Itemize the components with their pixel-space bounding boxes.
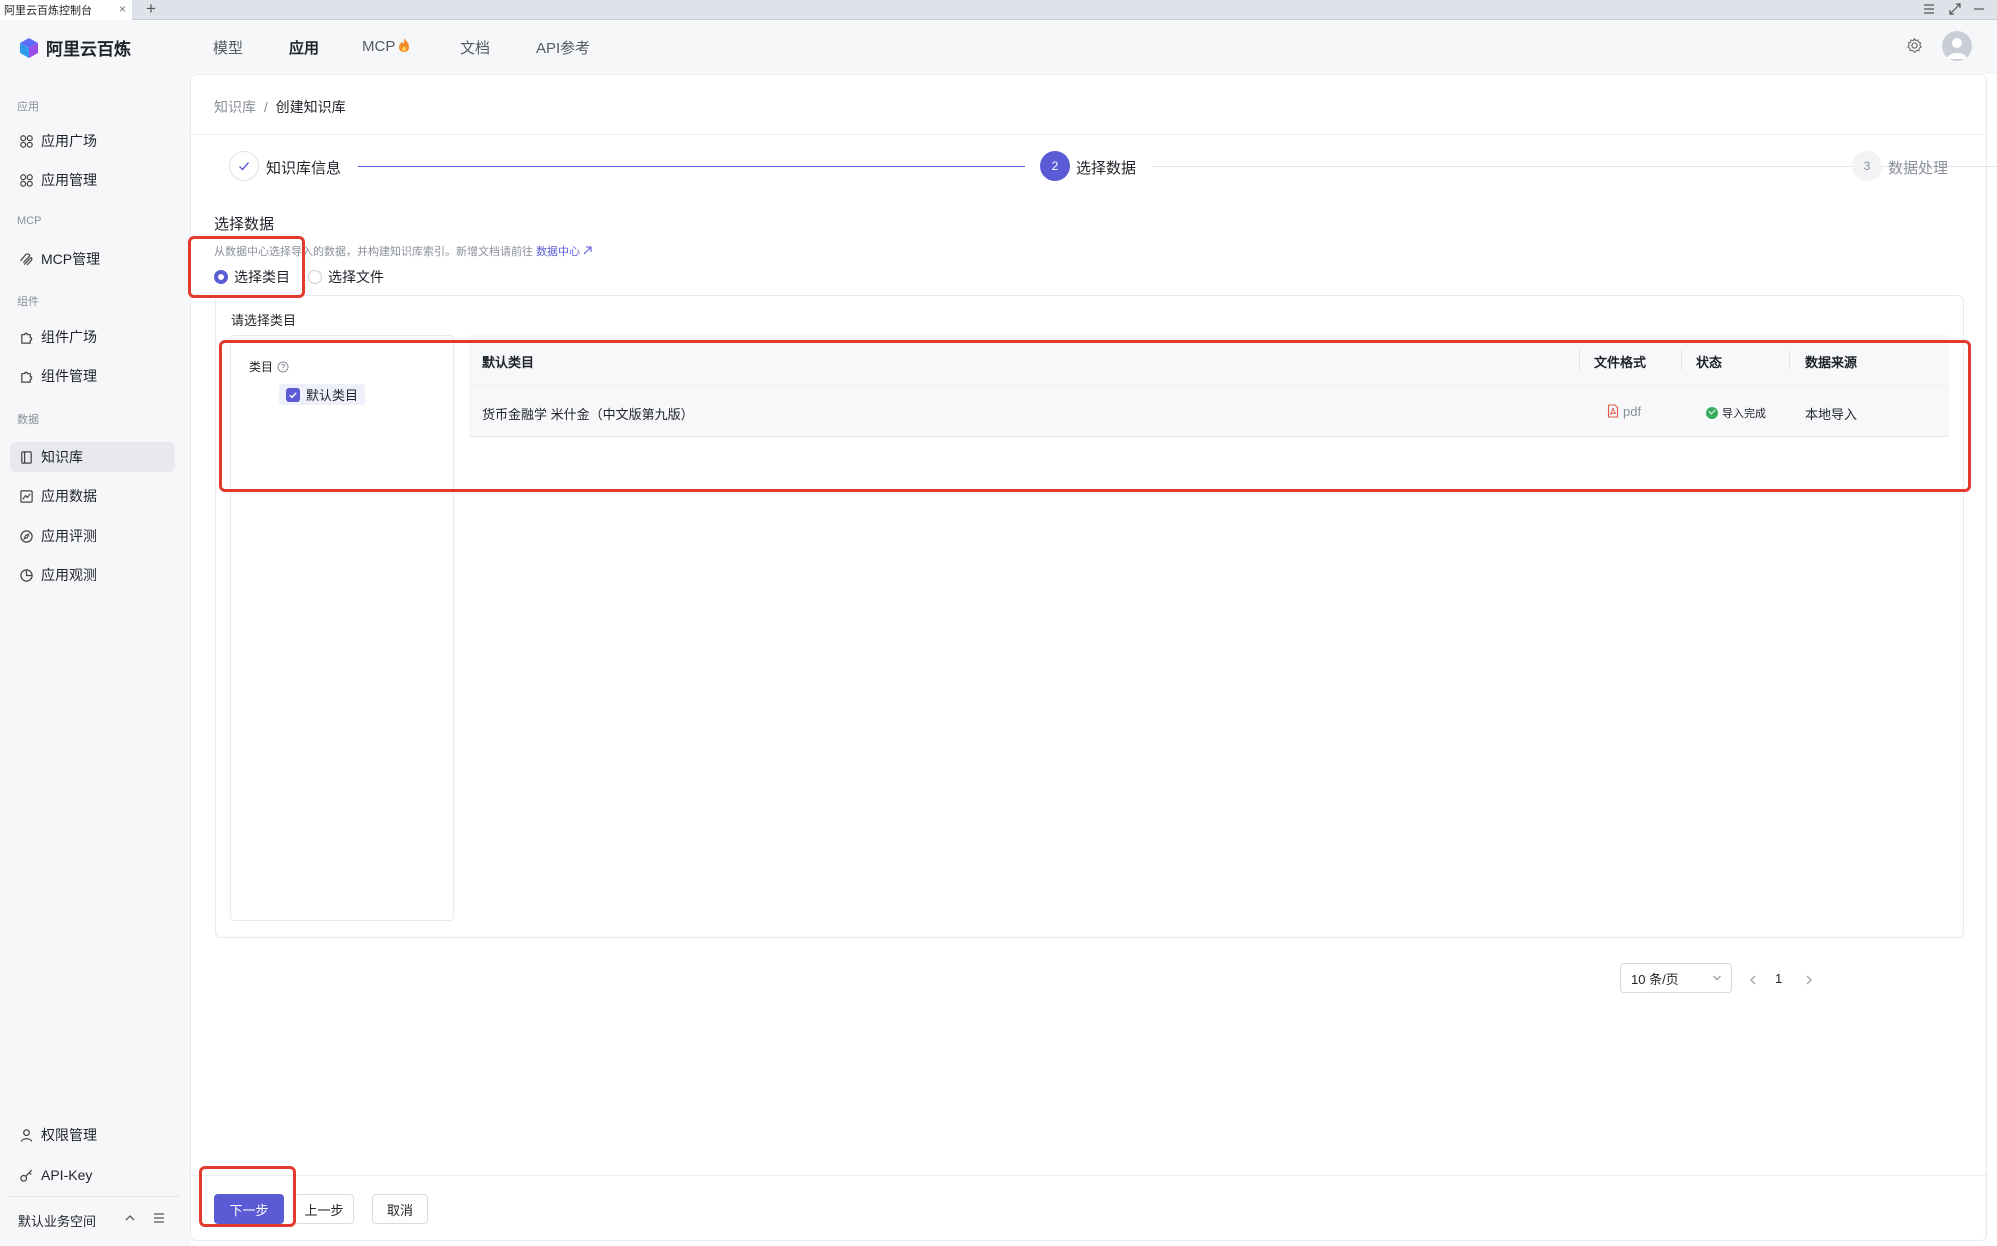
settings-gear-icon[interactable] (1906, 37, 1923, 54)
logo-icon (20, 37, 38, 58)
radio-file[interactable] (308, 270, 322, 284)
sidebar-item-app-manage[interactable]: 应用管理 (10, 165, 175, 195)
workspace-switcher[interactable]: 默认业务空间 (10, 1196, 180, 1232)
sidebar-group-mcp: MCP (17, 215, 42, 227)
sidebar-item-label: MCP管理 (41, 251, 101, 267)
browser-tab-strip: 阿里云百炼控制台 × + (0, 0, 1997, 20)
sidebar-item-label: API-Key (41, 1167, 93, 1183)
user-icon (20, 1128, 33, 1142)
user-avatar[interactable] (1942, 31, 1972, 61)
nav-apps[interactable]: 应用 (289, 37, 319, 58)
avatar-icon (1947, 38, 1967, 59)
nav-models[interactable]: 模型 (213, 37, 243, 58)
sidebar-group-component: 组件 (17, 296, 39, 308)
data-center-link-label: 数据中心 (536, 246, 581, 258)
nav-docs[interactable]: 文档 (460, 37, 490, 58)
current-page[interactable]: 1 (1775, 971, 1782, 986)
workspace-name: 默认业务空间 (18, 1214, 97, 1229)
logo-text: 阿里云百炼 (46, 40, 131, 59)
step-connector-1 (358, 166, 1025, 167)
breadcrumb-separator: / (263, 99, 268, 115)
browser-tab[interactable]: 阿里云百炼控制台 × (0, 0, 132, 20)
breadcrumb: 知识库 / 创建知识库 (214, 97, 346, 117)
radio-option-file[interactable]: 选择文件 (308, 267, 384, 287)
sidebar-item-label: 应用管理 (41, 172, 97, 188)
nav-mcp-label: MCP (362, 38, 396, 55)
sidebar-item-label: 应用数据 (41, 488, 97, 504)
sidebar: 应用 应用广场 应用管理 MCP MCP管理 组件 组件广场 组件管理 数据 知… (0, 74, 190, 1246)
sidebar-item-app-plaza[interactable]: 应用广场 (10, 126, 175, 156)
sidebar-item-app-data[interactable]: 应用数据 (10, 481, 175, 511)
sidebar-item-permission[interactable]: 权限管理 (10, 1120, 175, 1150)
action-footer: 下一步 上一步 取消 (191, 1175, 1988, 1242)
sidebar-item-app-eval[interactable]: 应用评测 (10, 521, 175, 551)
mcp-link-icon (20, 252, 33, 265)
sidebar-item-mcp-manage[interactable]: MCP管理 (10, 244, 175, 274)
nav-mcp[interactable]: MCP (362, 37, 410, 55)
key-icon (20, 1169, 33, 1182)
pie-chart-icon (20, 568, 33, 582)
sidebar-item-component-manage[interactable]: 组件管理 (10, 361, 175, 391)
panel-title: 请选择类目 (231, 313, 297, 328)
list-menu-icon[interactable] (153, 1212, 165, 1224)
sidebar-item-label: 应用广场 (41, 133, 97, 149)
menu-icon[interactable] (1923, 3, 1935, 15)
top-navigation: 阿里云百炼 模型 应用 MCP 文档 API参考 (0, 20, 1997, 74)
prev-step-button[interactable]: 上一步 (294, 1194, 354, 1224)
nav-api-reference[interactable]: API参考 (536, 37, 590, 58)
highlight-box-next-button (199, 1166, 296, 1227)
page-size-value: 10 条/页 (1631, 971, 1679, 987)
sidebar-group-app: 应用 (17, 101, 39, 113)
chevron-down-icon (1713, 975, 1721, 981)
browser-tab-title: 阿里云百炼控制台 (4, 5, 92, 17)
app-grid-icon (20, 134, 33, 148)
chevron-up-icon[interactable] (124, 1213, 136, 1223)
step-1-label: 知识库信息 (266, 160, 342, 177)
sidebar-item-app-observe[interactable]: 应用观测 (10, 560, 175, 590)
book-icon (21, 450, 32, 464)
app-grid-icon (20, 173, 33, 187)
highlight-box-table (219, 340, 1971, 492)
step-2-current: 2 (1040, 151, 1070, 181)
section-title: 选择数据 (214, 216, 275, 233)
sidebar-item-component-plaza[interactable]: 组件广场 (10, 322, 175, 352)
radio-file-label: 选择文件 (328, 269, 384, 285)
flame-icon (399, 38, 410, 52)
highlight-box-radio (188, 236, 305, 298)
external-link-icon (583, 246, 592, 255)
step-2-label: 选择数据 (1076, 160, 1137, 177)
step-3-label: 数据处理 (1888, 160, 1949, 177)
sidebar-item-label: 应用观测 (41, 567, 97, 583)
minimize-icon[interactable] (1973, 3, 1985, 15)
sidebar-item-label: 应用评测 (41, 528, 97, 544)
step-3-pending: 3 (1852, 151, 1882, 181)
puzzle-icon (21, 332, 33, 344)
sidebar-item-label: 组件广场 (41, 329, 97, 345)
prev-page-icon[interactable] (1748, 974, 1758, 986)
sidebar-item-label: 权限管理 (41, 1127, 97, 1143)
puzzle-icon (21, 371, 33, 383)
page-size-select[interactable]: 10 条/页 (1620, 963, 1732, 993)
breadcrumb-parent[interactable]: 知识库 (214, 99, 256, 115)
sidebar-item-label: 组件管理 (41, 368, 97, 384)
sidebar-item-knowledge-base[interactable]: 知识库 (10, 442, 175, 472)
step-1-done (229, 151, 259, 181)
sidebar-group-data: 数据 (17, 414, 39, 426)
next-page-icon[interactable] (1804, 974, 1814, 986)
sidebar-item-api-key[interactable]: API-Key (10, 1160, 175, 1190)
sidebar-item-label: 知识库 (41, 449, 83, 465)
tab-close-icon[interactable]: × (119, 2, 126, 16)
new-tab-icon[interactable]: + (146, 0, 156, 19)
line-chart-icon (20, 489, 33, 503)
cancel-button[interactable]: 取消 (372, 1194, 428, 1224)
header-divider (191, 134, 1988, 135)
main-content: 知识库 / 创建知识库 知识库信息 2 选择数据 3 数据处理 选择数据 从数据… (190, 74, 1997, 1242)
check-icon (239, 162, 250, 171)
expand-icon[interactable] (1949, 3, 1961, 15)
data-center-link[interactable]: 数据中心 (536, 246, 592, 258)
logo[interactable]: 阿里云百炼 (18, 35, 131, 60)
breadcrumb-current: 创建知识库 (275, 99, 346, 115)
compass-icon (20, 529, 33, 543)
